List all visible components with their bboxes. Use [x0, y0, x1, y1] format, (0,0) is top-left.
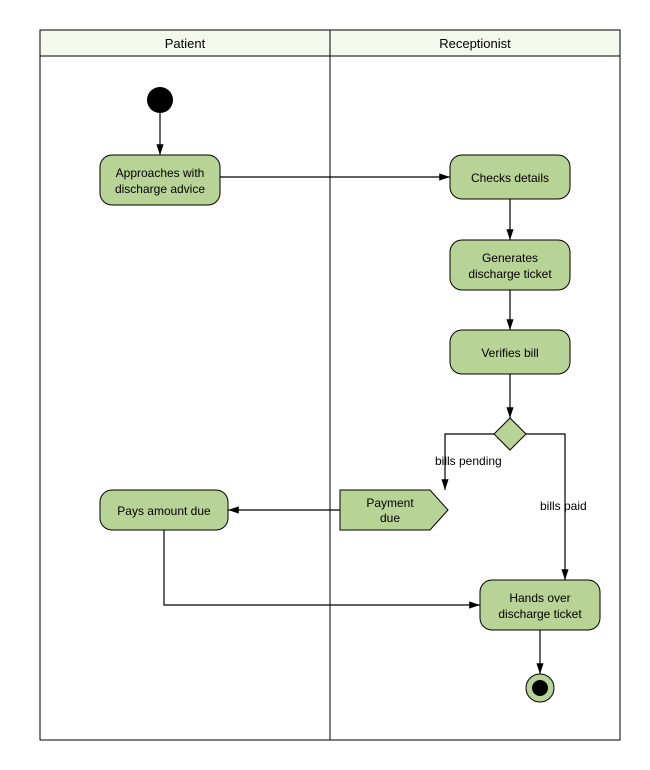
svg-text:discharge advice: discharge advice: [115, 182, 205, 196]
node-hands-over-label2: discharge ticket: [498, 607, 582, 621]
svg-text:Approaches with: Approaches with: [116, 166, 205, 180]
node-payment-due: Payment due: [340, 490, 448, 530]
svg-text:due: due: [380, 511, 400, 525]
guard-bills-paid: bills paid: [540, 499, 587, 513]
activity-diagram: Patient Receptionist Approaches with dis…: [0, 0, 650, 770]
svg-text:Generates: Generates: [482, 251, 538, 265]
node-pays-amount: Pays amount due: [100, 490, 228, 530]
lane-header-receptionist: Receptionist: [439, 36, 511, 51]
svg-text:Payment: Payment: [366, 496, 414, 510]
node-verifies-bill-label: Verifies bill: [481, 346, 538, 360]
node-approaches-label1: Approaches with: [116, 166, 205, 180]
node-hands-over: Hands over discharge ticket: [480, 580, 600, 630]
decision-node: [494, 418, 526, 450]
node-checks-details-label: Checks details: [471, 171, 549, 185]
node-checks-details: Checks details: [450, 155, 570, 199]
node-approaches: Approaches with discharge advice: [100, 155, 220, 205]
node-approaches-label2: discharge advice: [115, 182, 205, 196]
final-node: [526, 674, 554, 702]
guard-bills-pending: bills pending: [435, 454, 502, 468]
node-verifies-bill: Verifies bill: [450, 330, 570, 374]
svg-text:discharge ticket: discharge ticket: [468, 267, 552, 281]
node-pays-amount-label: Pays amount due: [117, 504, 211, 518]
node-payment-due-label2: due: [380, 511, 400, 525]
node-payment-due-label1: Payment: [366, 496, 414, 510]
svg-text:discharge ticket: discharge ticket: [498, 607, 582, 621]
node-generates-ticket: Generates discharge ticket: [450, 240, 570, 290]
edge-pays-handsover: [164, 530, 480, 605]
lane-header-patient: Patient: [165, 36, 206, 51]
swimlane-frame: Patient Receptionist: [40, 30, 620, 740]
initial-node: [147, 87, 173, 113]
node-generates-label1: Generates: [482, 251, 538, 265]
svg-text:Hands over: Hands over: [509, 591, 570, 605]
node-generates-label2: discharge ticket: [468, 267, 552, 281]
node-hands-over-label1: Hands over: [509, 591, 570, 605]
